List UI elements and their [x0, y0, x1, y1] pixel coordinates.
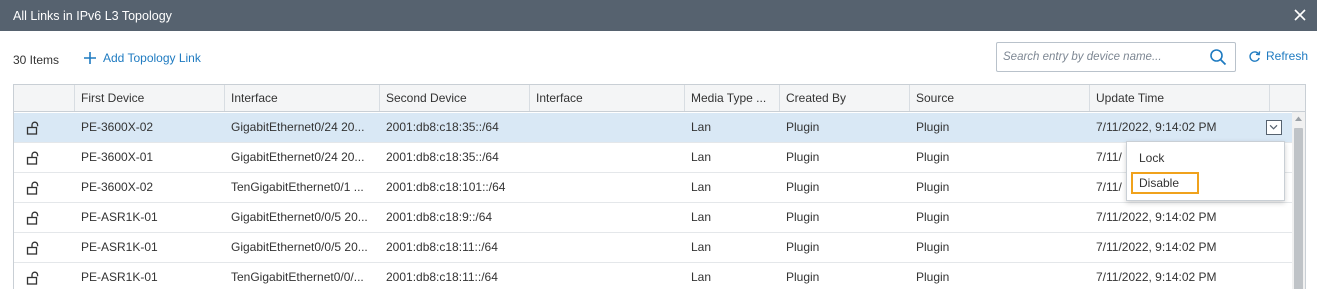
interface-cell: TenGigabitEthernet0/0/...	[231, 270, 364, 284]
interface-cell-2	[530, 203, 685, 232]
chevron-down-icon	[1269, 124, 1278, 130]
unlock-icon[interactable]	[26, 271, 40, 285]
table-row[interactable]: PE-3600X-02 GigabitEthernet0/24 20... 20…	[14, 113, 1292, 143]
plus-icon	[84, 52, 96, 64]
links-table: First Device Interface Second Device Int…	[13, 84, 1306, 289]
media-type-cell: Lan	[691, 240, 712, 254]
update-time-cell: 7/11/2022, 9:14:02 PM	[1096, 240, 1217, 254]
created-by-cell: Plugin	[786, 210, 820, 224]
second-device-cell: 2001:db8:c18:11::/64	[386, 270, 498, 284]
second-device-cell: 2001:db8:c18:101::/64	[386, 180, 506, 194]
first-device-cell: PE-ASR1K-01	[81, 270, 158, 284]
interface-cell: GigabitEthernet0/24 20...	[231, 120, 365, 134]
refresh-icon	[1249, 50, 1261, 62]
menu-item-disable[interactable]: Disable	[1131, 172, 1199, 194]
created-by-cell: Plugin	[786, 120, 820, 134]
column-header-update-time[interactable]: Update Time	[1090, 85, 1270, 111]
search-input[interactable]	[1003, 49, 1203, 65]
unlock-icon[interactable]	[26, 151, 40, 165]
first-device-cell: PE-ASR1K-01	[81, 210, 158, 224]
interface-cell-2	[530, 263, 685, 289]
second-device-cell: 2001:db8:c18:35::/64	[386, 120, 499, 134]
add-topology-link-button[interactable]: Add Topology Link	[83, 51, 201, 65]
column-header-second-device[interactable]: Second Device	[380, 85, 530, 111]
column-header-created-by[interactable]: Created By	[780, 85, 910, 111]
interface-cell: GigabitEthernet0/0/5 20...	[231, 240, 368, 254]
interface-cell: GigabitEthernet0/24 20...	[231, 150, 365, 164]
first-device-cell: PE-3600X-01	[81, 150, 154, 164]
unlock-icon[interactable]	[26, 121, 40, 135]
table-row[interactable]: PE-ASR1K-01 TenGigabitEthernet0/0/... 20…	[14, 263, 1292, 289]
search-icon[interactable]	[1209, 48, 1227, 66]
item-count: 30 Items	[13, 53, 60, 67]
interface-cell-2	[530, 113, 685, 142]
interface-cell: GigabitEthernet0/0/5 20...	[231, 210, 368, 224]
unlock-icon[interactable]	[26, 211, 40, 225]
vertical-scrollbar[interactable]	[1292, 112, 1305, 289]
scrollbar-thumb[interactable]	[1294, 128, 1303, 289]
table-row[interactable]: PE-3600X-02 TenGigabitEthernet0/1 ... 20…	[14, 173, 1292, 203]
unlock-icon[interactable]	[26, 241, 40, 255]
second-device-cell: 2001:db8:c18:9::/64	[386, 210, 493, 224]
interface-cell-2	[530, 173, 685, 202]
media-type-cell: Lan	[691, 210, 712, 224]
close-icon[interactable]	[1291, 6, 1309, 24]
source-cell: Plugin	[916, 240, 950, 254]
media-type-cell: Lan	[691, 270, 712, 284]
interface-cell: TenGigabitEthernet0/1 ...	[231, 180, 364, 194]
column-header-interface-2[interactable]: Interface	[530, 85, 685, 111]
update-time-cell: 7/11/2022, 9:14:02 PM	[1096, 210, 1217, 224]
source-cell: Plugin	[916, 180, 950, 194]
table-row[interactable]: PE-ASR1K-01 GigabitEthernet0/0/5 20... 2…	[14, 203, 1292, 233]
created-by-cell: Plugin	[786, 270, 820, 284]
column-header-first-device[interactable]: First Device	[75, 85, 225, 111]
created-by-cell: Plugin	[786, 150, 820, 164]
table-header: First Device Interface Second Device Int…	[14, 85, 1305, 112]
media-type-cell: Lan	[691, 150, 712, 164]
interface-cell-2	[530, 233, 685, 262]
second-device-cell: 2001:db8:c18:35::/64	[386, 150, 499, 164]
first-device-cell: PE-3600X-02	[81, 180, 154, 194]
second-device-cell: 2001:db8:c18:11::/64	[386, 240, 498, 254]
menu-item-lock[interactable]: Lock	[1131, 147, 1282, 169]
column-header-interface-1[interactable]: Interface	[225, 85, 380, 111]
search-box	[996, 42, 1236, 72]
column-header-media-type[interactable]: Media Type ...	[685, 85, 780, 111]
table-row[interactable]: PE-ASR1K-01 GigabitEthernet0/0/5 20... 2…	[14, 233, 1292, 263]
refresh-button[interactable]: Refresh	[1248, 49, 1308, 63]
row-menu-button[interactable]	[1266, 120, 1282, 135]
update-time-cell: 7/11/2022, 9:14:02 PM	[1096, 270, 1217, 284]
media-type-cell: Lan	[691, 180, 712, 194]
dialog-titlebar: All Links in IPv6 L3 Topology	[0, 0, 1317, 31]
toolbar: 30 Items Add Topology Link Refresh	[0, 31, 1317, 85]
table-row[interactable]: PE-3600X-01 GigabitEthernet0/24 20... 20…	[14, 143, 1292, 173]
source-cell: Plugin	[916, 120, 950, 134]
dialog-title: All Links in IPv6 L3 Topology	[13, 8, 172, 23]
media-type-cell: Lan	[691, 120, 712, 134]
refresh-label: Refresh	[1266, 49, 1309, 63]
first-device-cell: PE-ASR1K-01	[81, 240, 158, 254]
source-cell: Plugin	[916, 210, 950, 224]
interface-cell-2	[530, 143, 685, 172]
scroll-up-icon[interactable]	[1294, 115, 1303, 122]
unlock-icon[interactable]	[26, 181, 40, 195]
first-device-cell: PE-3600X-02	[81, 120, 154, 134]
created-by-cell: Plugin	[786, 180, 820, 194]
column-header-source[interactable]: Source	[910, 85, 1090, 111]
row-context-menu: Lock Disable	[1126, 141, 1285, 201]
update-time-cell: 7/11/2022, 9:14:02 PM	[1096, 120, 1217, 134]
source-cell: Plugin	[916, 150, 950, 164]
column-header-lock[interactable]	[14, 85, 75, 111]
created-by-cell: Plugin	[786, 240, 820, 254]
add-topology-link-label: Add Topology Link	[103, 51, 201, 65]
source-cell: Plugin	[916, 270, 950, 284]
